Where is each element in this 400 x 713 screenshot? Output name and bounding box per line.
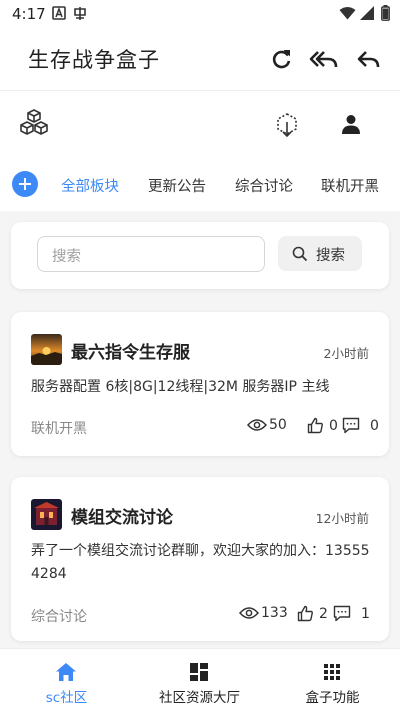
bottom-navigation: sc社区 社区资源大厅 盒子功能 xyxy=(0,648,400,713)
thumbs-up-icon xyxy=(307,417,323,434)
search-icon xyxy=(292,246,308,266)
post-category[interactable]: 联机开黑 xyxy=(31,418,87,438)
comments-count: 0 xyxy=(370,417,379,434)
status-bar: 4:17 xyxy=(0,0,400,28)
comments-count: 1 xyxy=(361,605,370,622)
post-body: 弄了一个模组交流讨论群聊，欢迎大家的加入：135554284 xyxy=(31,543,370,582)
category-tabs: 全部板块 更新公告 综合讨论 联机开黑 xyxy=(0,157,400,211)
nav-label: 盒子功能 xyxy=(305,690,360,706)
refresh-icon[interactable] xyxy=(269,46,295,72)
post-views: 50 xyxy=(247,417,287,433)
a-box-icon xyxy=(52,6,66,24)
tab-general-discussion[interactable]: 综合讨论 xyxy=(235,175,293,196)
user-icon[interactable] xyxy=(340,113,362,139)
post-avatar xyxy=(31,334,62,365)
tab-announcements[interactable]: 更新公告 xyxy=(148,175,206,196)
nav-resource-hall[interactable]: 社区资源大厅 xyxy=(133,649,266,713)
app-title: 生存战争盒子 xyxy=(28,48,160,72)
cellular-icon xyxy=(360,6,374,24)
nav-label: 社区资源大厅 xyxy=(159,690,240,706)
post-card[interactable]: 最六指令生存服 2小时前 服务器配置 6核|8G|12线程|32M 服务器IP … xyxy=(11,312,389,456)
post-category[interactable]: 综合讨论 xyxy=(31,606,87,626)
home-icon xyxy=(55,661,77,687)
post-comments[interactable]: 0 xyxy=(342,417,379,434)
nav-box-features[interactable]: 盒子功能 xyxy=(266,649,399,713)
plus-icon xyxy=(19,178,31,190)
post-avatar xyxy=(31,499,62,530)
comment-icon xyxy=(333,605,351,622)
grid-icon xyxy=(321,661,343,687)
post-views: 133 xyxy=(239,605,288,621)
post-likes[interactable]: 0 xyxy=(307,417,338,434)
dashboard-icon xyxy=(188,661,210,687)
search-button[interactable]: 搜索 xyxy=(278,236,362,271)
wifi-icon xyxy=(339,6,356,24)
search-placeholder: 搜索 xyxy=(52,249,81,265)
cubes-icon[interactable] xyxy=(19,108,49,142)
battery-icon xyxy=(381,5,390,25)
app-notification-icon xyxy=(72,6,88,26)
post-likes[interactable]: 2 xyxy=(297,605,328,622)
post-title: 最六指令生存服 xyxy=(71,343,190,363)
eye-icon xyxy=(247,419,267,431)
post-card[interactable]: 模组交流讨论 12小时前 弄了一个模组交流讨论群聊，欢迎大家的加入：135554… xyxy=(11,477,389,641)
reply-icon[interactable] xyxy=(355,46,381,72)
reply-all-icon[interactable] xyxy=(309,46,339,72)
views-count: 50 xyxy=(269,417,287,433)
nav-sc-community[interactable]: sc社区 xyxy=(0,649,133,713)
likes-count: 2 xyxy=(319,605,328,622)
post-time: 2小时前 xyxy=(323,346,369,361)
eye-icon xyxy=(239,607,259,619)
export-cube-icon[interactable] xyxy=(274,112,300,142)
comment-icon xyxy=(342,417,360,434)
search-input[interactable]: 搜索 xyxy=(37,236,265,272)
post-time: 12小时前 xyxy=(315,511,369,526)
likes-count: 0 xyxy=(329,417,338,434)
views-count: 133 xyxy=(261,605,288,621)
secondary-toolbar xyxy=(0,91,400,157)
thumbs-up-icon xyxy=(297,605,313,622)
app-bar: 生存战争盒子 xyxy=(0,28,400,91)
search-card: 搜索 搜索 xyxy=(11,222,389,289)
post-body: 服务器配置 6核|8G|12线程|32M 服务器IP 主线 xyxy=(31,379,330,395)
status-time: 4:17 xyxy=(12,5,46,23)
add-category-button[interactable] xyxy=(12,171,38,197)
search-button-label: 搜索 xyxy=(316,248,345,264)
tab-multiplayer[interactable]: 联机开黑 xyxy=(321,175,379,196)
nav-label: sc社区 xyxy=(45,690,88,706)
tab-all-sections[interactable]: 全部板块 xyxy=(61,175,119,196)
post-comments[interactable]: 1 xyxy=(333,605,370,622)
post-title: 模组交流讨论 xyxy=(71,508,173,528)
